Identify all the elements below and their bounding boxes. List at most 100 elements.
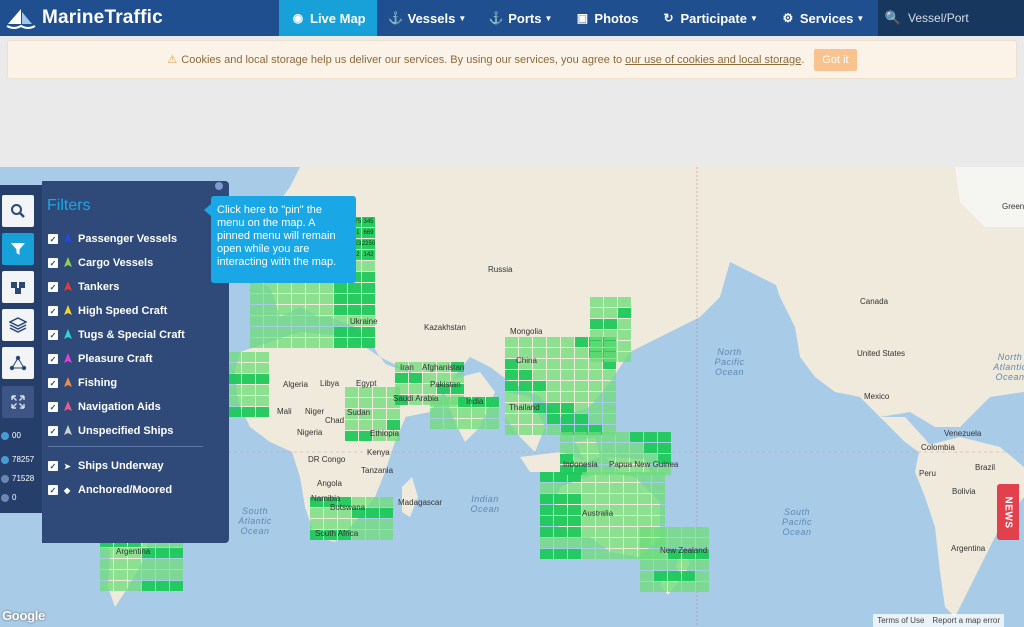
density-tile[interactable] <box>334 327 347 337</box>
density-tile[interactable] <box>638 483 651 493</box>
density-tile[interactable] <box>278 338 291 348</box>
density-tile[interactable] <box>604 330 617 340</box>
density-tile[interactable] <box>362 272 375 282</box>
density-tile[interactable] <box>640 560 653 570</box>
density-tile[interactable] <box>547 403 560 413</box>
density-tile[interactable] <box>387 409 400 419</box>
density-tile[interactable] <box>324 519 337 529</box>
density-tile[interactable] <box>640 582 653 592</box>
density-tile[interactable] <box>264 327 277 337</box>
density-tile[interactable] <box>561 414 574 424</box>
density-tile[interactable] <box>170 559 183 569</box>
density-tile[interactable] <box>547 359 560 369</box>
density-tile[interactable] <box>554 549 567 559</box>
filter-high-speed-craft[interactable]: ✓ High Speed Craft <box>48 305 167 317</box>
density-tile[interactable] <box>444 397 457 407</box>
density-tile[interactable] <box>618 308 631 318</box>
density-tile[interactable] <box>345 387 358 397</box>
density-tile[interactable] <box>668 571 681 581</box>
density-tile[interactable] <box>668 560 681 570</box>
density-tile[interactable] <box>444 419 457 429</box>
density-tile[interactable] <box>505 370 518 380</box>
density-tile[interactable] <box>589 414 602 424</box>
density-tile[interactable] <box>114 559 127 569</box>
density-tile[interactable] <box>100 581 113 591</box>
density-tile[interactable] <box>624 549 637 559</box>
density-tile[interactable] <box>616 432 629 442</box>
density-tile[interactable] <box>654 527 667 537</box>
density-tile[interactable] <box>306 338 319 348</box>
density-tile[interactable] <box>618 297 631 307</box>
density-tile[interactable] <box>533 392 546 402</box>
density-tile[interactable] <box>547 370 560 380</box>
status-anchored-moored[interactable]: ✓ ◆ Anchored/Moored <box>48 484 172 496</box>
density-tile[interactable] <box>582 483 595 493</box>
density-tile[interactable] <box>540 516 553 526</box>
nav-ports[interactable]: ⚓ Ports ▼ <box>477 0 563 36</box>
density-tile[interactable] <box>228 363 241 373</box>
density-tile[interactable] <box>603 370 616 380</box>
density-tile[interactable] <box>696 527 709 537</box>
density-tile[interactable] <box>292 338 305 348</box>
density-tile[interactable] <box>242 352 255 362</box>
density-tile[interactable] <box>100 570 113 580</box>
density-tile[interactable] <box>228 374 241 384</box>
density-tile[interactable] <box>540 505 553 515</box>
density-tile[interactable] <box>540 494 553 504</box>
density-tile[interactable] <box>156 570 169 580</box>
density-tile[interactable] <box>568 538 581 548</box>
toolbar-vessels-layer-button[interactable] <box>2 271 34 303</box>
density-tile[interactable] <box>561 337 574 347</box>
density-tile[interactable] <box>505 381 518 391</box>
density-tile[interactable] <box>575 348 588 358</box>
density-tile[interactable] <box>348 338 361 348</box>
density-tile[interactable] <box>604 341 617 351</box>
density-tile[interactable] <box>310 508 323 518</box>
density-tile[interactable] <box>348 327 361 337</box>
density-tile[interactable] <box>242 396 255 406</box>
density-tile[interactable] <box>603 403 616 413</box>
density-tile[interactable] <box>334 338 347 348</box>
density-tile[interactable] <box>654 582 667 592</box>
density-tile[interactable] <box>264 294 277 304</box>
density-tile[interactable] <box>568 549 581 559</box>
density-tile[interactable] <box>380 530 393 540</box>
density-tile[interactable]: 2250 <box>362 239 375 249</box>
density-tile[interactable] <box>128 559 141 569</box>
density-tile[interactable] <box>652 505 665 515</box>
density-tile[interactable] <box>306 316 319 326</box>
checkbox[interactable]: ✓ <box>48 282 58 292</box>
density-tile[interactable] <box>554 472 567 482</box>
density-tile[interactable] <box>575 337 588 347</box>
density-tile[interactable] <box>373 387 386 397</box>
density-tile[interactable] <box>589 403 602 413</box>
density-tile[interactable] <box>547 425 560 435</box>
density-tile[interactable] <box>250 316 263 326</box>
density-tile[interactable] <box>366 530 379 540</box>
density-tile[interactable] <box>547 348 560 358</box>
density-tile[interactable] <box>228 396 241 406</box>
density-tile[interactable] <box>366 519 379 529</box>
logo[interactable]: MarineTraffic <box>0 0 279 36</box>
density-tile[interactable] <box>228 385 241 395</box>
density-tile[interactable] <box>519 414 532 424</box>
density-tile[interactable] <box>610 483 623 493</box>
density-tile[interactable] <box>352 519 365 529</box>
density-tile[interactable] <box>505 414 518 424</box>
density-tile[interactable] <box>362 327 375 337</box>
density-tile[interactable] <box>603 414 616 424</box>
density-tile[interactable] <box>589 392 602 402</box>
density-tile[interactable] <box>362 261 375 271</box>
density-tile[interactable] <box>334 316 347 326</box>
density-tile[interactable] <box>547 392 560 402</box>
density-tile[interactable] <box>348 305 361 315</box>
density-tile[interactable] <box>250 338 263 348</box>
density-tile[interactable] <box>142 581 155 591</box>
density-tile[interactable] <box>505 425 518 435</box>
density-tile[interactable] <box>603 381 616 391</box>
density-tile[interactable] <box>100 548 113 558</box>
density-tile[interactable] <box>156 548 169 558</box>
density-tile[interactable] <box>602 432 615 442</box>
density-tile[interactable] <box>582 538 595 548</box>
density-tile[interactable] <box>170 570 183 580</box>
